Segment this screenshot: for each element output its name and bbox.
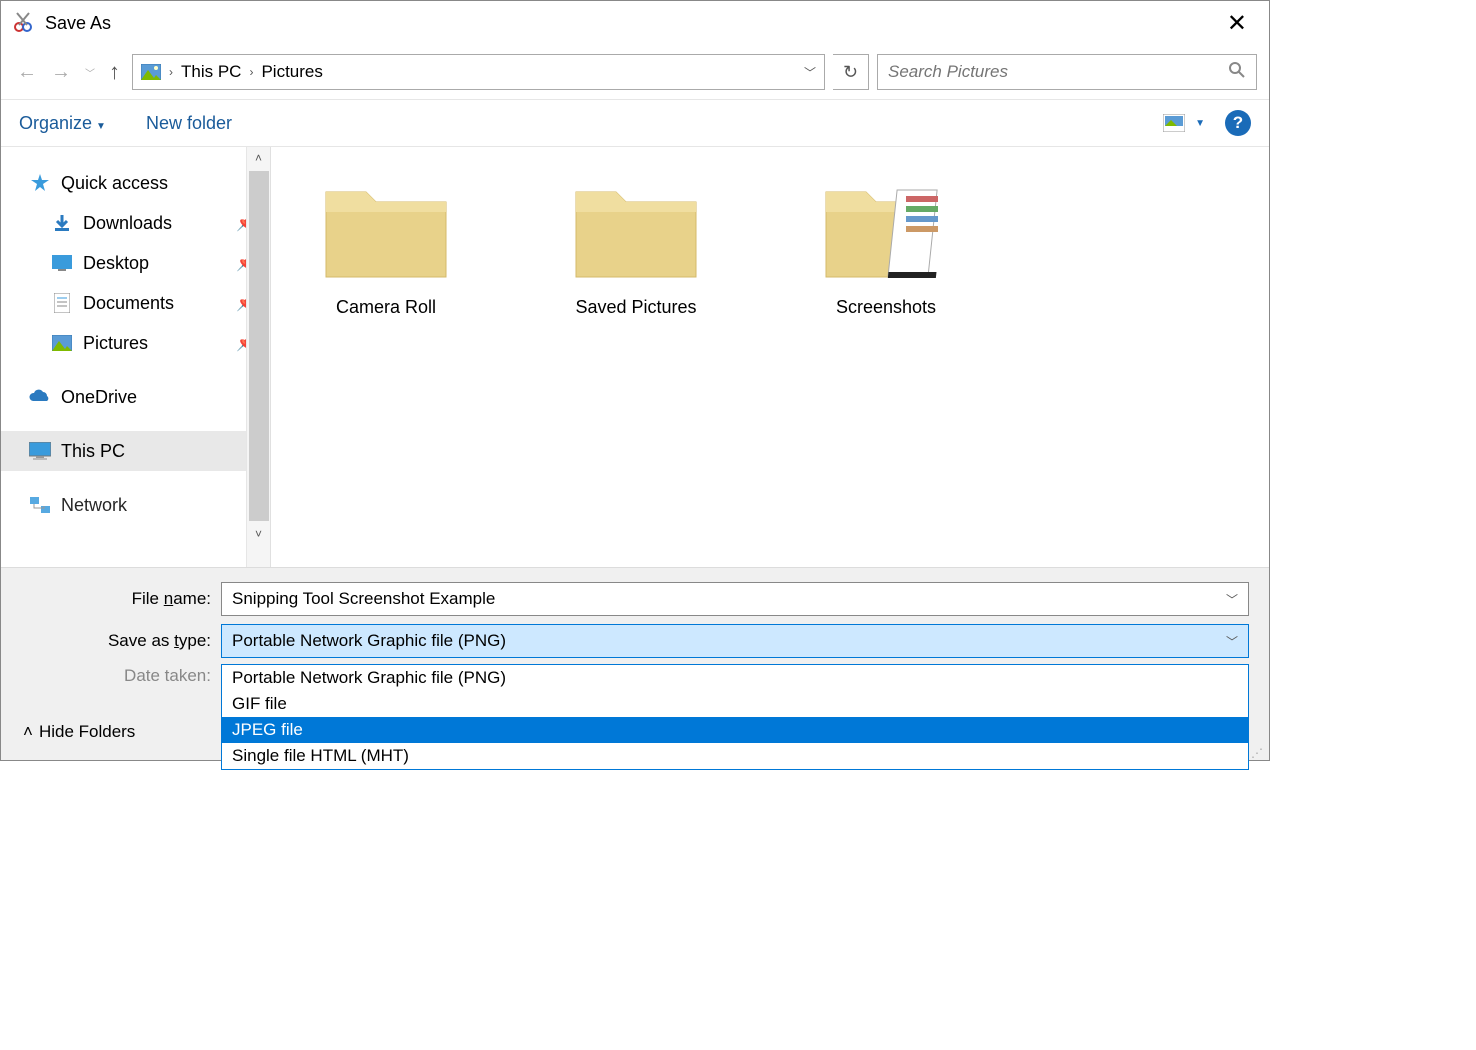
nav-row: ← → ﹀ ↑ › This PC › Pictures ﹀ ↻ (1, 45, 1269, 99)
save-as-dialog: Save As ✕ ← → ﹀ ↑ › This PC › Pictures ﹀… (0, 0, 1270, 761)
folder-label: Saved Pictures (575, 297, 696, 318)
close-button[interactable]: ✕ (1215, 5, 1259, 42)
desktop-icon (51, 252, 73, 274)
star-icon (29, 172, 51, 194)
folder-screenshots[interactable]: Screenshots (791, 167, 981, 547)
sidebar-downloads[interactable]: Downloads 📌 (1, 203, 270, 243)
view-button[interactable]: ▼ (1163, 114, 1205, 132)
breadcrumb-this-pc[interactable]: This PC (175, 62, 247, 82)
folder-icon (321, 167, 451, 287)
address-bar[interactable]: › This PC › Pictures ﹀ (132, 54, 825, 90)
recent-dropdown[interactable]: ﹀ (81, 65, 99, 80)
folder-label: Screenshots (836, 297, 936, 318)
pictures-icon (51, 332, 73, 354)
hide-folders-button[interactable]: ˄ Hide Folders (23, 722, 135, 742)
savetype-dropdown: Portable Network Graphic file (PNG) GIF … (221, 664, 1249, 770)
back-button[interactable]: ← (13, 61, 41, 84)
scroll-down-icon[interactable]: ˅ (251, 523, 266, 545)
filename-label: File name: (21, 589, 221, 609)
help-button[interactable]: ? (1225, 110, 1251, 136)
sidebar-scrollbar[interactable]: ˄ ˅ (246, 147, 270, 567)
resize-grip[interactable]: ⋰ (1251, 750, 1265, 756)
datetaken-label: Date taken: (21, 666, 221, 686)
titlebar: Save As ✕ (1, 1, 1269, 45)
search-input[interactable] (888, 62, 1228, 82)
folder-label: Camera Roll (336, 297, 436, 318)
option-mht[interactable]: Single file HTML (MHT) (222, 743, 1248, 769)
sidebar-quick-access[interactable]: Quick access (1, 163, 270, 203)
sidebar-desktop[interactable]: Desktop 📌 (1, 243, 270, 283)
folder-icon (821, 167, 951, 287)
sidebar: Quick access Downloads 📌 Desktop 📌 (1, 147, 271, 567)
chevron-down-icon[interactable]: ﹀ (1226, 591, 1238, 608)
main-area: Quick access Downloads 📌 Desktop 📌 (1, 147, 1269, 567)
document-icon (51, 292, 73, 314)
chevron-right-icon: › (247, 65, 255, 79)
view-icon (1163, 114, 1185, 132)
savetype-field[interactable]: Portable Network Graphic file (PNG) ﹀ (221, 624, 1249, 658)
folder-icon (571, 167, 701, 287)
option-gif[interactable]: GIF file (222, 691, 1248, 717)
this-pc-icon (29, 440, 51, 462)
onedrive-icon (29, 386, 51, 408)
search-icon (1228, 61, 1246, 84)
sidebar-network[interactable]: Network (1, 485, 270, 525)
filename-field[interactable]: Snipping Tool Screenshot Example ﹀ (221, 582, 1249, 616)
forward-button[interactable]: → (47, 61, 75, 84)
folder-camera-roll[interactable]: Camera Roll (291, 167, 481, 547)
chevron-down-icon[interactable]: ﹀ (1226, 633, 1238, 650)
sidebar-onedrive[interactable]: OneDrive (1, 377, 270, 417)
search-box[interactable] (877, 54, 1257, 90)
network-icon (29, 494, 51, 516)
chevron-up-icon: ˄ (23, 722, 33, 742)
option-png[interactable]: Portable Network Graphic file (PNG) (222, 665, 1248, 691)
option-jpeg[interactable]: JPEG file (222, 717, 1248, 743)
sidebar-documents[interactable]: Documents 📌 (1, 283, 270, 323)
dialog-title: Save As (45, 13, 1215, 34)
scroll-up-icon[interactable]: ˄ (251, 147, 266, 169)
breadcrumb-pictures[interactable]: Pictures (255, 62, 328, 82)
folder-saved-pictures[interactable]: Saved Pictures (541, 167, 731, 547)
toolbar: Organize▼ New folder ▼ ? (1, 99, 1269, 147)
new-folder-button[interactable]: New folder (146, 113, 232, 134)
snipping-tool-icon (11, 11, 35, 35)
sidebar-this-pc[interactable]: This PC (1, 431, 270, 471)
scroll-thumb[interactable] (249, 171, 269, 521)
chevron-right-icon: › (167, 65, 175, 79)
folder-content: Camera Roll Saved Pictures (271, 147, 1269, 567)
sidebar-pictures[interactable]: Pictures 📌 (1, 323, 270, 363)
address-dropdown[interactable]: ﹀ (804, 64, 816, 81)
pictures-location-icon (141, 64, 161, 80)
up-button[interactable]: ↑ (105, 59, 124, 85)
savetype-label: Save as type: (21, 631, 221, 651)
bottom-panel: File name: Snipping Tool Screenshot Exam… (1, 567, 1269, 708)
nav-buttons: ← → ﹀ ↑ (13, 59, 124, 85)
organize-button[interactable]: Organize▼ (19, 113, 106, 134)
download-icon (51, 212, 73, 234)
refresh-button[interactable]: ↻ (833, 54, 869, 90)
